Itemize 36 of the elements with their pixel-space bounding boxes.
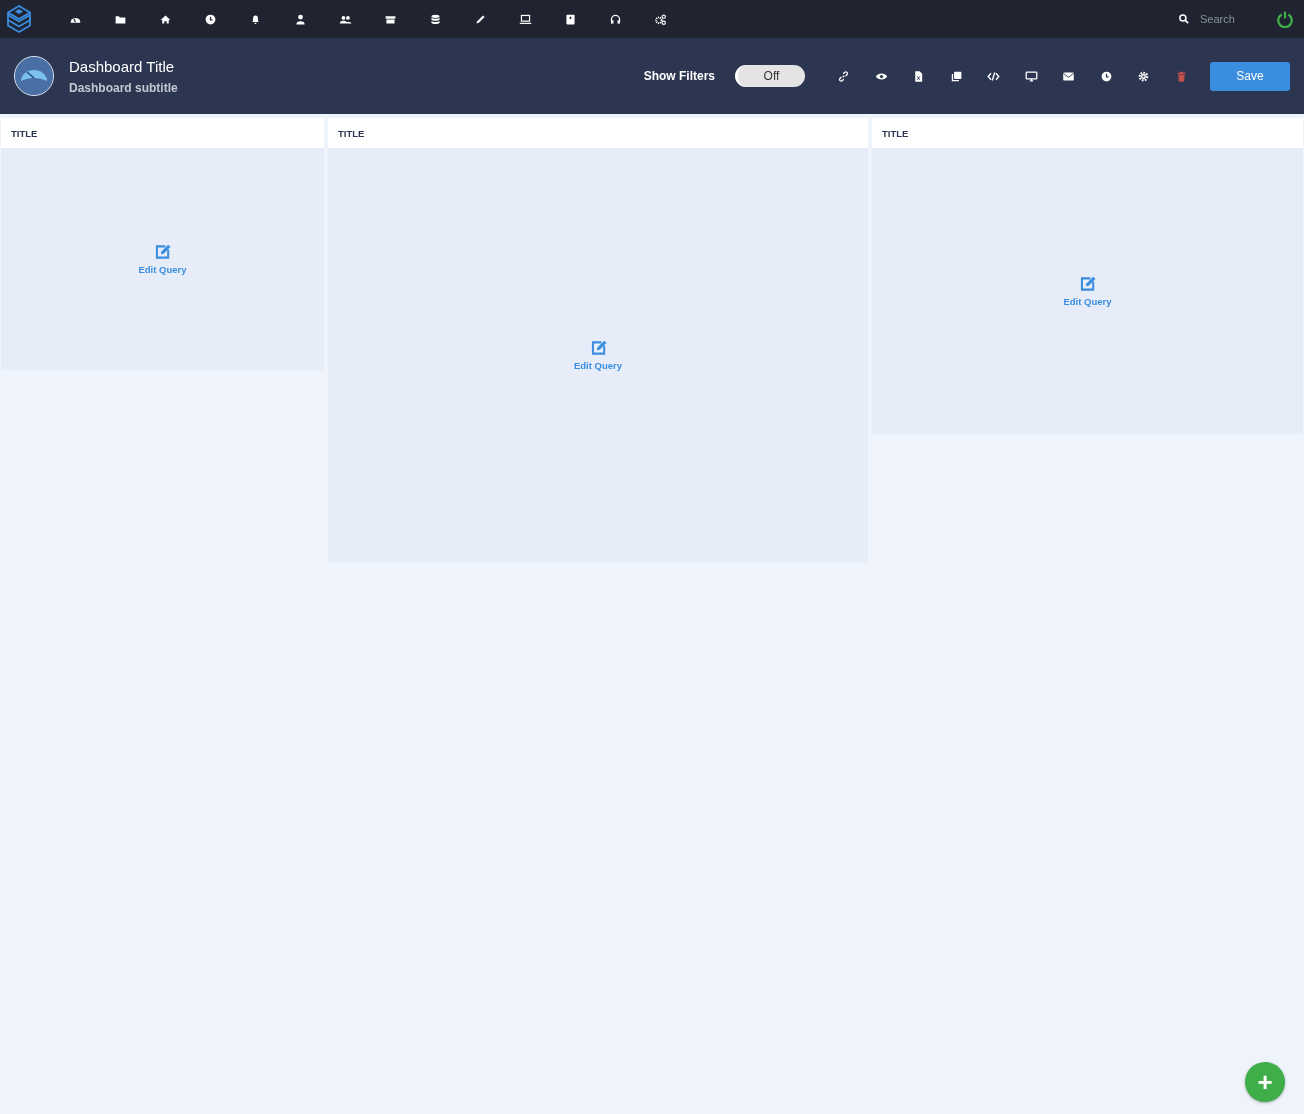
clock-icon bbox=[1099, 69, 1113, 83]
dashboard-title: Dashboard Title bbox=[69, 57, 176, 75]
panel-title: TITLE bbox=[328, 118, 868, 148]
show-filters-label: Show Filters bbox=[643, 69, 715, 83]
home-icon bbox=[159, 12, 172, 26]
search-icon bbox=[1178, 13, 1190, 25]
power-icon bbox=[1276, 10, 1294, 28]
laptop-icon bbox=[519, 12, 532, 26]
panel-title: TITLE bbox=[1, 118, 324, 148]
speedometer-avatar-icon bbox=[14, 56, 54, 96]
trash-icon bbox=[1174, 69, 1188, 83]
envelope-icon bbox=[1062, 69, 1076, 83]
edit-query-button[interactable]: Edit Query bbox=[138, 243, 187, 275]
edit-icon bbox=[1078, 275, 1097, 293]
save-button[interactable]: Save bbox=[1210, 61, 1290, 91]
bell-icon bbox=[249, 12, 262, 26]
edit-query-button[interactable]: Edit Query bbox=[1063, 275, 1112, 307]
filters-toggle[interactable]: Off bbox=[735, 65, 805, 87]
clock-icon bbox=[204, 12, 217, 26]
monitor-icon bbox=[1024, 69, 1038, 83]
user-icon bbox=[294, 12, 307, 26]
add-button[interactable]: + bbox=[1245, 1062, 1285, 1102]
edit-icon bbox=[153, 243, 172, 261]
power-button[interactable] bbox=[1276, 10, 1294, 28]
copy-icon bbox=[949, 69, 963, 83]
logo-icon[interactable] bbox=[5, 4, 33, 34]
book-icon bbox=[564, 12, 577, 26]
edit-query-button[interactable]: Edit Query bbox=[573, 339, 622, 371]
search-field[interactable]: Search bbox=[1200, 13, 1250, 25]
dashboard-subtitle: Dashboard subtitle bbox=[69, 80, 178, 95]
edit-icon bbox=[589, 339, 607, 357]
link-icon bbox=[837, 69, 851, 83]
database-icon bbox=[429, 12, 442, 26]
code-icon bbox=[987, 69, 1001, 83]
panel-title: TITLE bbox=[872, 118, 1303, 148]
headset-icon bbox=[609, 12, 622, 26]
